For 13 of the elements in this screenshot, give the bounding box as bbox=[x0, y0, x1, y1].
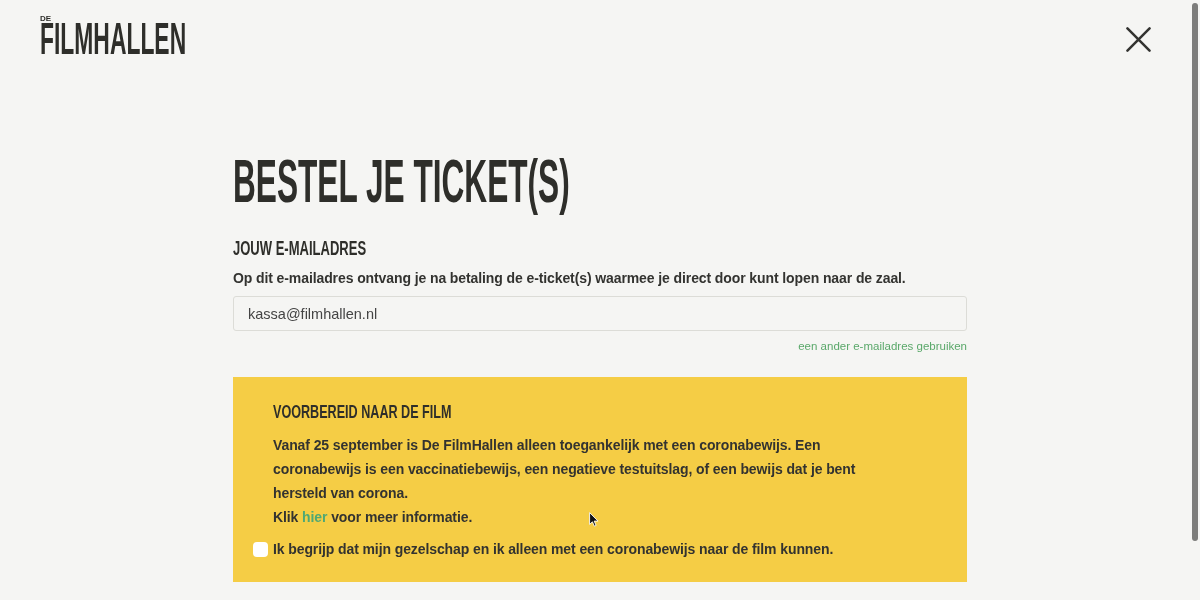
scrollbar-thumb[interactable] bbox=[1192, 3, 1198, 541]
mouse-pointer-icon bbox=[589, 512, 599, 527]
email-field[interactable]: kassa@filmhallen.nl bbox=[233, 296, 967, 331]
agreement-label[interactable]: Ik begrijp dat mijn gezelschap en ik alleen met een coronabewijs naar de film kunnen. bbox=[273, 539, 834, 559]
close-button[interactable] bbox=[1126, 27, 1151, 52]
notice-text: Vanaf 25 september is De FilmHallen alleen toegankelijk met een coronabewijs. Een coronabewijs is een vaccinatiebewijs, een negatieve testuitslag, of een bewijs dat je bent hersteld van corona. bbox=[273, 436, 857, 503]
description-text: Op dit e-mailadres ontvang je na betaling de e-ticket(s) waarmee je direct door kunt lopen naar de zaal. bbox=[233, 269, 907, 288]
section-heading: JOUW E-MAILADRES bbox=[233, 236, 367, 260]
close-icon bbox=[1126, 27, 1151, 52]
notice-heading: VOORBEREID NAAR DE FILM bbox=[273, 401, 452, 423]
logo-prefix-text: DE bbox=[40, 14, 52, 23]
more-info-text: Klik hier voor meer informatie. bbox=[273, 508, 473, 527]
agreement-checkbox[interactable] bbox=[253, 541, 268, 557]
